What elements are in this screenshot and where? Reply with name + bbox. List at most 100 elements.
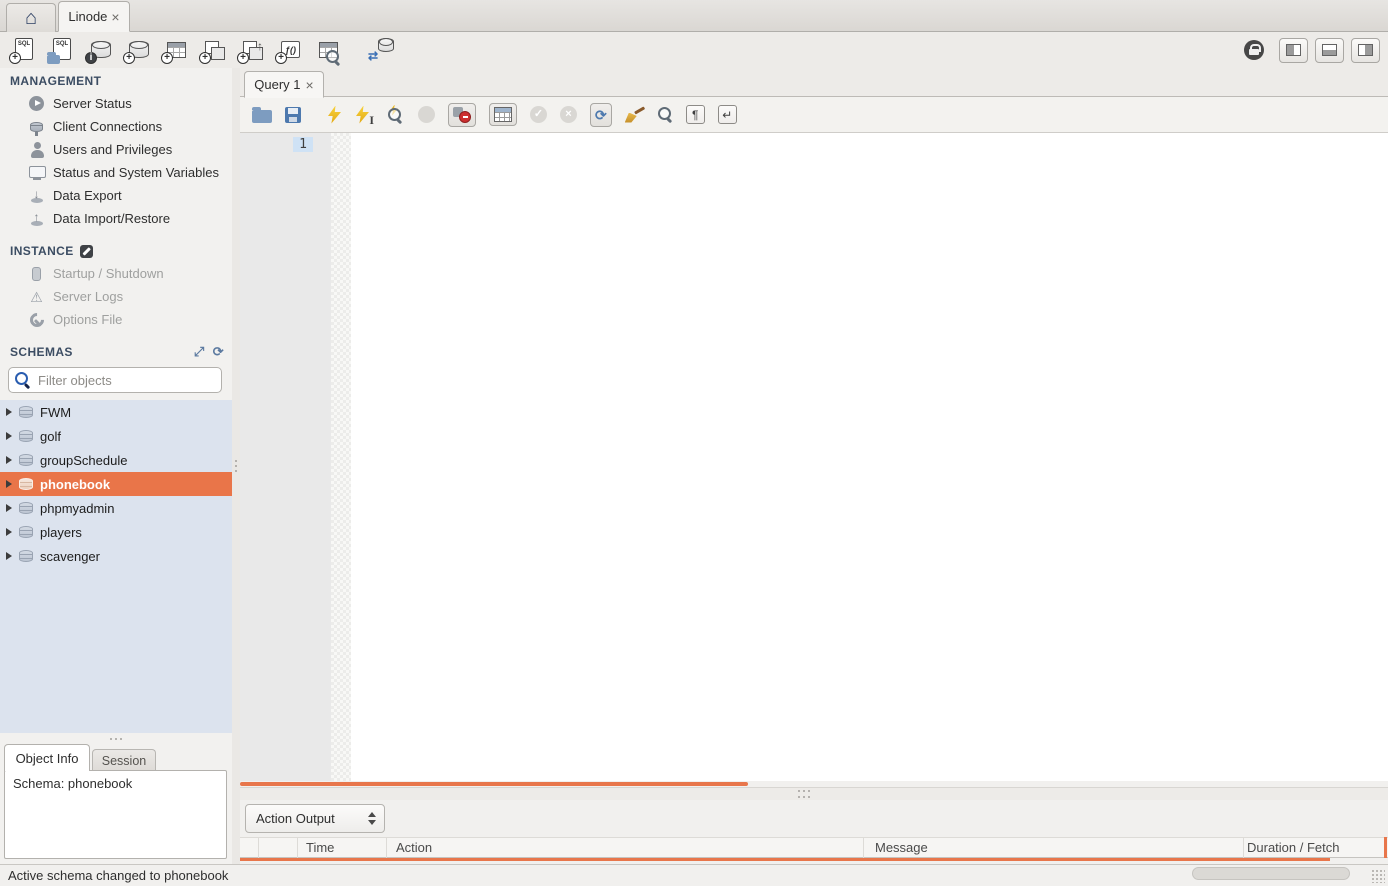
inspect-database-button[interactable]: i [84,37,114,64]
explain-button[interactable] [387,106,405,124]
close-icon[interactable]: × [306,78,314,92]
sidebar-item-users-privileges[interactable]: Users and Privileges [0,138,232,161]
output-splitter-handle[interactable] [240,787,1388,800]
home-tab[interactable]: ⌂ [6,3,56,32]
status-text: Active schema changed to phonebook [8,868,228,883]
tab-object-info[interactable]: Object Info [4,744,90,771]
schemas-section-title: SCHEMAS ⤢ ⟳ [0,344,232,360]
client-connections-icon [28,118,45,135]
ssl-lock-icon [1244,40,1264,60]
tab-query-1[interactable]: Query 1 × [244,71,324,98]
object-info-panel: Schema: phonebook [4,770,227,859]
schema-icon [19,526,33,538]
editor-hscrollbar-thumb[interactable] [240,782,748,786]
find-button[interactable] [658,107,673,122]
create-procedure-button[interactable]: ↑ + [236,37,266,64]
new-sql-tab-button[interactable]: SQL + [8,37,38,64]
execute-current-statement-button[interactable]: I [354,105,374,125]
schema-row-scavenger[interactable]: scavenger [0,544,232,568]
users-icon [28,141,45,158]
home-icon: ⌂ [25,8,37,28]
create-table-button[interactable]: + [160,37,190,64]
search-table-data-button[interactable] [312,37,342,64]
expander-icon[interactable] [6,480,12,488]
wrench-icon [80,245,93,258]
connection-tab-label: Linode [68,9,107,24]
sidebar-item-server-status[interactable]: Server Status [0,92,232,115]
close-icon[interactable]: × [111,10,119,24]
schema-filter [8,367,222,393]
schema-row-players[interactable]: players [0,520,232,544]
beautify-sql-button[interactable] [625,107,645,123]
expand-panel-icon[interactable]: ⤢ [194,344,205,360]
expander-icon[interactable] [6,408,12,416]
resize-grip[interactable] [1371,869,1385,883]
caret-icon: I [369,115,374,125]
commit-button: ✓ [530,106,547,123]
toggle-right-panel-button[interactable] [1351,38,1380,63]
wrap-text-button[interactable]: ↵ [718,105,737,124]
sidebar-item-server-logs[interactable]: ⚠ Server Logs [0,285,232,308]
sidebar-item-system-variables[interactable]: Status and System Variables [0,161,232,184]
sidebar-item-client-connections[interactable]: Client Connections [0,115,232,138]
create-function-button[interactable]: ƒ() + [274,37,304,64]
create-view-button[interactable]: + [198,37,228,64]
output-view-selector[interactable]: Action Output [245,804,385,833]
sidebar: MANAGEMENT Server Status Client Connecti… [0,68,232,864]
schema-filter-input[interactable] [8,367,222,393]
sidebar-item-data-import[interactable]: ↑ Data Import/Restore [0,207,232,230]
autocommit-icon: ⟳ [595,107,607,123]
output-hscrollbar-thumb[interactable] [1192,867,1350,880]
execute-button[interactable] [328,106,341,124]
save-script-button[interactable] [285,107,301,123]
main-toolbar: SQL + SQL i + + + ↑ + ƒ() + [0,32,1388,68]
reconnect-arrows-icon: ⇄ [368,49,378,63]
refresh-icon[interactable]: ⟳ [213,344,224,360]
limit-rows-button[interactable] [489,103,517,126]
status-bar: Active schema changed to phonebook [0,864,1388,886]
schema-icon [19,502,33,514]
schema-row-golf[interactable]: golf [0,424,232,448]
sql-editor[interactable]: 1 [240,133,1388,781]
column-time: Time [306,840,334,855]
schema-icon [19,430,33,442]
magnifier-icon [388,108,403,123]
plus-badge-icon: + [199,52,211,64]
search-icon [326,50,341,65]
connection-tab-linode[interactable]: Linode × [58,1,130,32]
open-sql-script-button[interactable]: SQL [46,37,76,64]
line-number: 1 [293,137,313,152]
schema-row-fwm[interactable]: FWM [0,400,232,424]
expander-icon[interactable] [6,456,12,464]
tab-session[interactable]: Session [92,749,156,771]
schema-row-phpmyadmin[interactable]: phpmyadmin [0,496,232,520]
server-status-icon [28,95,45,112]
right-panel-icon [1358,44,1373,56]
expander-icon[interactable] [6,552,12,560]
stop-query-button [418,106,435,123]
invisible-characters-button[interactable]: ¶ [686,105,705,124]
sidebar-item-data-export[interactable]: ↓ Data Export [0,184,232,207]
expander-icon[interactable] [6,432,12,440]
toggle-left-panel-button[interactable] [1279,38,1308,63]
plus-badge-icon: + [275,52,287,64]
create-schema-button[interactable]: + [122,37,152,64]
left-panel-icon [1286,44,1301,56]
open-file-button[interactable] [252,110,272,123]
toggle-bottom-panel-button[interactable] [1315,38,1344,63]
schema-row-phonebook[interactable]: phonebook [0,472,232,496]
sidebar-item-startup-shutdown[interactable]: Startup / Shutdown [0,262,232,285]
main-splitter-handle[interactable] [232,68,240,864]
expander-icon[interactable] [6,528,12,536]
plus-badge-icon: + [161,52,173,64]
sidebar-item-options-file[interactable]: Options File [0,308,232,331]
expander-icon[interactable] [6,504,12,512]
schema-row-groupschedule[interactable]: groupSchedule [0,448,232,472]
reconnect-server-button[interactable]: ⇄ [368,37,398,64]
arrow-up-icon: ↑ [257,39,263,53]
sidebar-splitter-handle[interactable] [0,733,232,744]
schema-icon [19,406,33,418]
toggle-stop-on-error-button[interactable] [448,103,476,127]
toggle-autocommit-button[interactable]: ⟳ [590,103,612,127]
schema-icon [19,550,33,562]
